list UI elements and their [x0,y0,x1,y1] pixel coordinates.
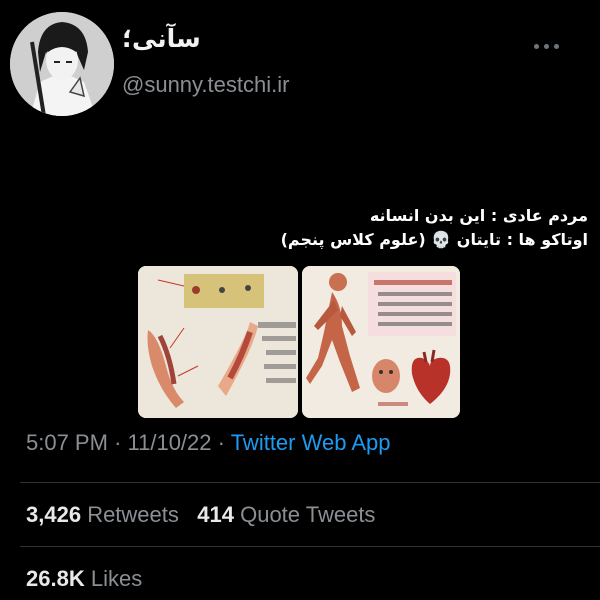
display-name[interactable]: سآنی؛ [122,24,201,53]
arm-anatomy-illustration [138,266,298,418]
user-handle[interactable]: @sunny.testchi.ir [122,72,289,98]
quotes-count: 414 [197,502,234,527]
tweet-photo-human-body[interactable] [302,266,460,418]
likes-label: Likes [90,566,143,591]
tweet-time[interactable]: 5:07 PM [26,430,108,455]
divider [20,482,600,483]
tweet-source-link[interactable]: Twitter Web App [231,430,391,455]
more-options-icon[interactable] [528,36,564,56]
human-body-illustration [302,266,460,418]
tweet-line-2: اوتاکو ها : تایتان 💀 (علوم کلاس پنجم) [280,230,588,249]
likes-link[interactable]: 26.8K Likes [26,566,142,592]
retweets-label: Retweets [87,502,179,527]
tweet-meta: 5:07 PM · 11/10/22 · Twitter Web App [26,430,390,456]
retweet-stats: 3,426 Retweets 414 Quote Tweets [26,502,375,528]
retweets-count: 3,426 [26,502,82,527]
tweet-line-1: مردم عادی : این بدن انسانه [369,206,588,225]
tweet-photo-arm-anatomy[interactable] [138,266,298,418]
quote-tweets-link[interactable]: 414 Quote Tweets [197,502,375,527]
avatar[interactable] [10,12,114,116]
media-gallery [138,266,460,418]
meta-separator: · [217,430,225,455]
avatar-illustration [10,12,114,116]
retweets-link[interactable]: 3,426 Retweets [26,502,179,527]
tweet-date[interactable]: 11/10/22 [128,430,212,455]
divider [20,546,600,547]
quotes-label: Quote Tweets [240,502,376,527]
tweet-text: مردم عادی : این بدن انسانه اوتاکو ها : ت… [28,204,588,252]
likes-count: 26.8K [26,566,85,591]
meta-separator: · [114,430,122,455]
